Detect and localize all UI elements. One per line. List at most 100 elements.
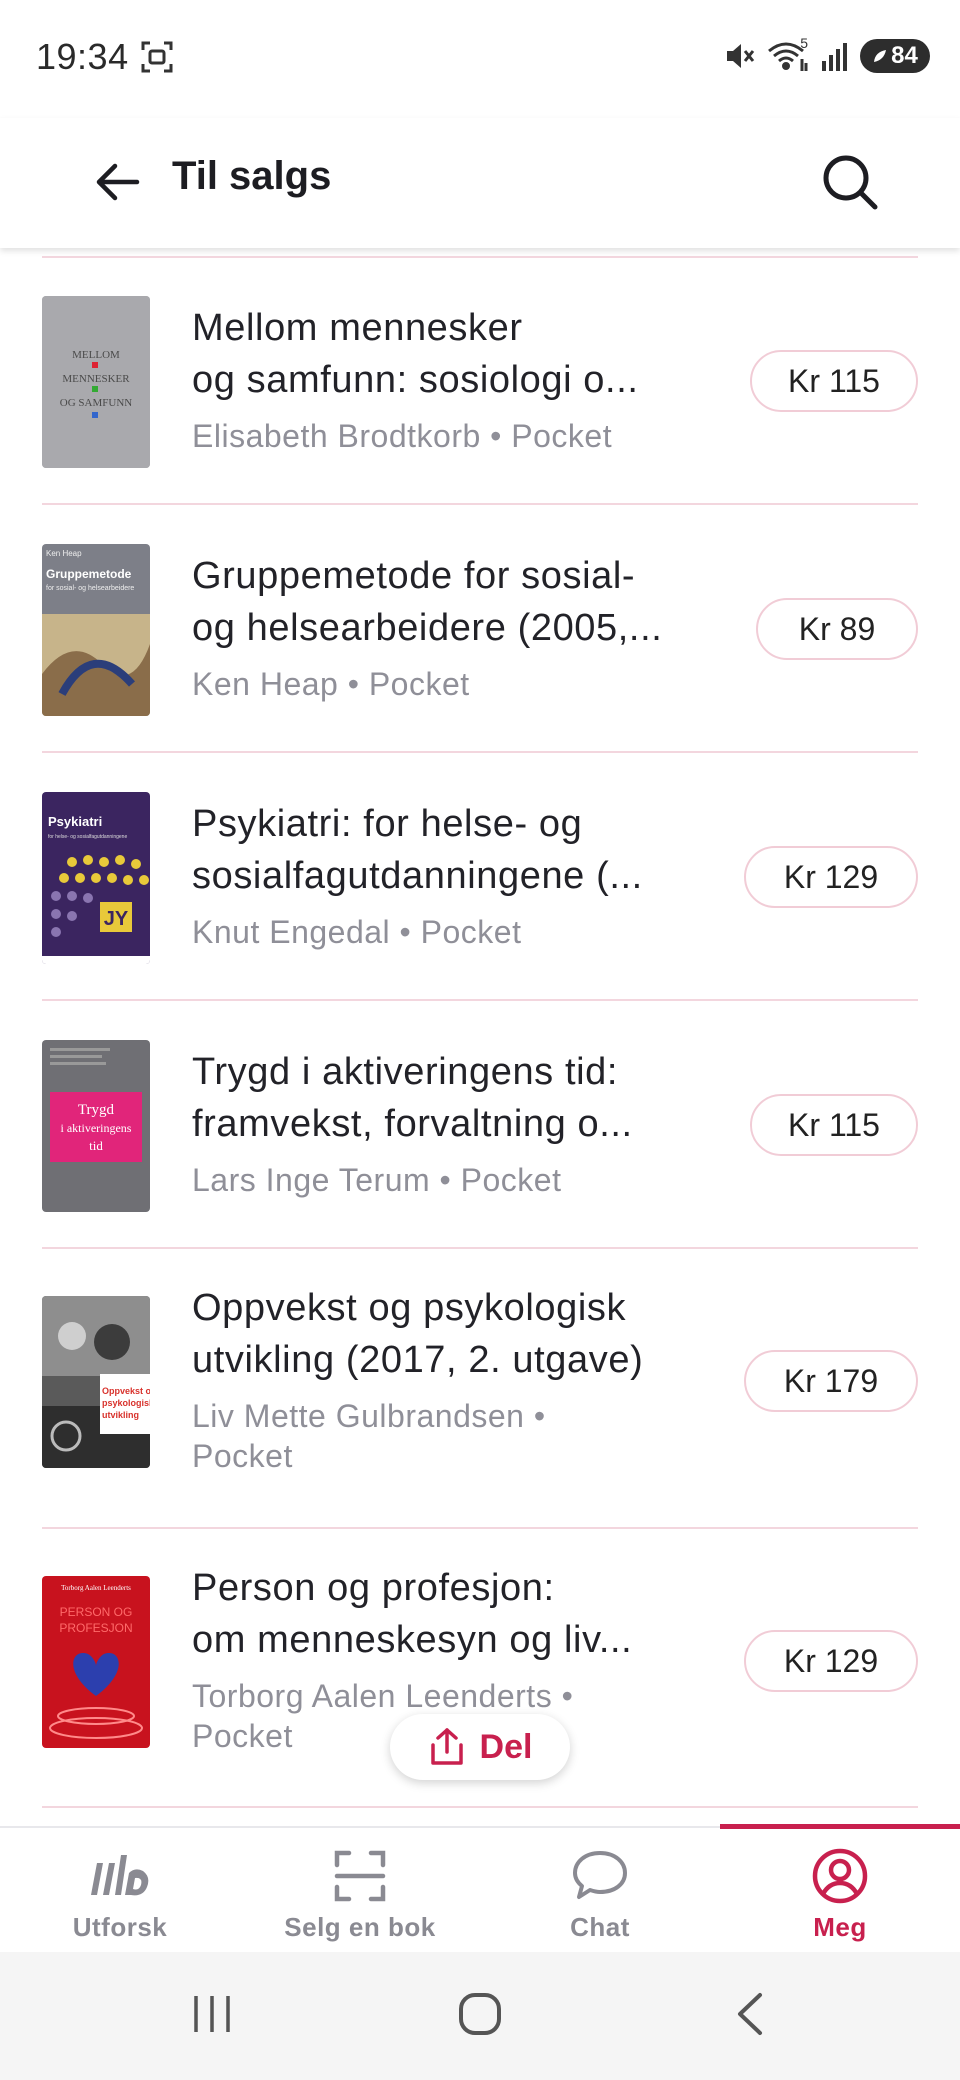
recent-apps-icon xyxy=(194,1996,230,2032)
signal-icon xyxy=(820,39,850,73)
home-icon xyxy=(459,1993,501,2035)
book-title-line: framvekst, forvaltning o... xyxy=(192,1103,633,1145)
book-cover: Trygd i aktiveringens tid xyxy=(42,1040,150,1212)
book-cover: Ken Heap Gruppemetode for sosial- og hel… xyxy=(42,544,150,716)
cover-line: Gruppemetode xyxy=(46,567,132,581)
price-button[interactable]: Kr 129 xyxy=(744,846,918,908)
book-title-line: Person og profesjon: xyxy=(192,1567,555,1609)
signal-superscript: 5 xyxy=(800,35,808,51)
book-title: Gruppemetode for sosial- og helsearbeide… xyxy=(192,550,722,654)
app-header: Til salgs xyxy=(0,118,960,248)
cover-line: Ken Heap xyxy=(46,549,82,558)
cover-line: utvikling xyxy=(102,1410,139,1420)
cover-line: Psykiatri xyxy=(48,814,102,829)
page-title: Til salgs xyxy=(172,154,332,198)
bottom-navigation: Utforsk Selg en bok Chat Meg xyxy=(0,1824,960,1954)
divider xyxy=(42,503,918,505)
status-time: 19:34 xyxy=(36,36,129,77)
book-title: Person og profesjon: om menneskesyn og l… xyxy=(192,1562,722,1666)
back-button[interactable] xyxy=(84,148,152,216)
system-back-button[interactable] xyxy=(710,1982,790,2046)
book-title-line: utvikling (2017, 2. utgave) xyxy=(192,1339,644,1381)
search-icon xyxy=(823,155,878,210)
book-title-line: Mellom mennesker xyxy=(192,307,523,349)
recent-apps-button[interactable] xyxy=(172,1982,252,2046)
price-button[interactable]: Kr 129 xyxy=(744,1630,918,1692)
book-title-line: Oppvekst og psykologisk xyxy=(192,1287,627,1329)
cover-line: PERSON OG xyxy=(60,1605,133,1619)
cover-line: for sosial- og helsearbeidere xyxy=(46,585,134,592)
scan-icon xyxy=(240,1844,480,1908)
book-title-line: om menneskesyn og liv... xyxy=(192,1619,633,1661)
cover-line: PROFESJON xyxy=(59,1621,132,1635)
book-title-line: Trygd i aktiveringens tid: xyxy=(192,1051,619,1093)
divider xyxy=(42,751,918,753)
book-cover: MELLOM MENNESKER OG SAMFUNN xyxy=(42,296,150,468)
book-meta: Knut Engedal • Pocket xyxy=(192,914,522,950)
price-button[interactable]: Kr 115 xyxy=(750,350,918,412)
cover-line: MELLOM xyxy=(72,349,120,361)
search-button[interactable] xyxy=(810,142,890,222)
nav-item-utforsk[interactable]: Utforsk xyxy=(0,1828,240,1954)
arrow-left-icon xyxy=(96,163,140,201)
book-cover: Psykiatri for helse- og sosialfagutdanni… xyxy=(42,792,150,964)
book-title-line: og helsearbeidere (2005,... xyxy=(192,607,663,649)
svg-text:JY: JY xyxy=(104,908,129,930)
book-title: Oppvekst og psykologisk utvikling (2017,… xyxy=(192,1282,722,1386)
divider xyxy=(42,1806,918,1808)
cover-line: for helse- og sosialfagutdanningene xyxy=(48,834,127,840)
nav-label: Utforsk xyxy=(72,1912,168,1942)
active-tab-indicator xyxy=(720,1824,960,1829)
cover-line: i aktiveringens xyxy=(61,1121,132,1135)
share-label: Del xyxy=(479,1727,533,1766)
share-button[interactable]: Del xyxy=(390,1714,570,1780)
listing-list[interactable]: MELLOM MENNESKER OG SAMFUNN Mellom menne… xyxy=(0,248,960,1826)
nav-item-meg[interactable]: Meg xyxy=(720,1824,960,1954)
divider xyxy=(42,999,918,1001)
book-title: Psykiatri: for helse- og sosialfagutdann… xyxy=(192,798,722,902)
book-title-line: sosialfagutdanningene (... xyxy=(192,855,643,897)
nav-label: Chat xyxy=(570,1912,630,1942)
share-icon xyxy=(430,1728,463,1765)
battery-level: 84 xyxy=(891,42,918,69)
book-cover: Torborg Aalen Leenderts PERSON OG PROFES… xyxy=(42,1576,150,1748)
cover-line: tid xyxy=(89,1138,103,1153)
nav-label: Selg en bok xyxy=(284,1912,436,1942)
status-bar: 19:34 5 84 xyxy=(0,0,960,118)
nav-item-chat[interactable]: Chat xyxy=(480,1828,720,1954)
book-author: Liv Mette Gulbrandsen • xyxy=(192,1398,546,1434)
mute-icon xyxy=(722,39,756,73)
price-button[interactable]: Kr 89 xyxy=(756,598,918,660)
system-navigation-bar xyxy=(0,1952,960,2080)
cover-line: MENNESKER xyxy=(62,373,130,385)
explore-logo-icon xyxy=(0,1844,240,1908)
book-title-line: Gruppemetode for sosial- xyxy=(192,555,636,597)
book-title: Trygd i aktiveringens tid: framvekst, fo… xyxy=(192,1046,722,1150)
cover-line: Trygd xyxy=(78,1102,115,1118)
cover-line: OG SAMFUNN xyxy=(60,397,132,409)
price-button[interactable]: Kr 115 xyxy=(750,1094,918,1156)
cover-line: Oppvekst og xyxy=(102,1386,150,1396)
divider xyxy=(42,1247,918,1249)
home-button[interactable] xyxy=(440,1982,520,2046)
profile-icon xyxy=(720,1844,960,1908)
divider xyxy=(42,256,918,258)
screenshot-icon xyxy=(140,40,174,74)
book-author: Torborg Aalen Leenderts • xyxy=(192,1678,574,1714)
book-title-line: Psykiatri: for helse- og xyxy=(192,803,583,845)
wifi-icon: 5 xyxy=(766,35,810,73)
book-meta: Lars Inge Terum • Pocket xyxy=(192,1162,562,1198)
book-title: Mellom mennesker og samfunn: sosiologi o… xyxy=(192,302,722,406)
price-button[interactable]: Kr 179 xyxy=(744,1350,918,1412)
book-title-line: og samfunn: sosiologi o... xyxy=(192,359,639,401)
book-format: Pocket xyxy=(192,1438,293,1474)
book-meta: Liv Mette Gulbrandsen • Pocket xyxy=(192,1396,712,1476)
battery-saver-icon xyxy=(872,48,888,64)
book-meta: Ken Heap • Pocket xyxy=(192,666,470,702)
divider xyxy=(42,1527,918,1529)
battery-indicator: 84 xyxy=(860,39,930,73)
cover-line: Torborg Aalen Leenderts xyxy=(61,1584,131,1592)
nav-label: Meg xyxy=(813,1912,867,1942)
book-cover: Oppvekst og psykologisk utvikling xyxy=(42,1296,150,1468)
nav-item-selg-en-bok[interactable]: Selg en bok xyxy=(240,1828,480,1954)
